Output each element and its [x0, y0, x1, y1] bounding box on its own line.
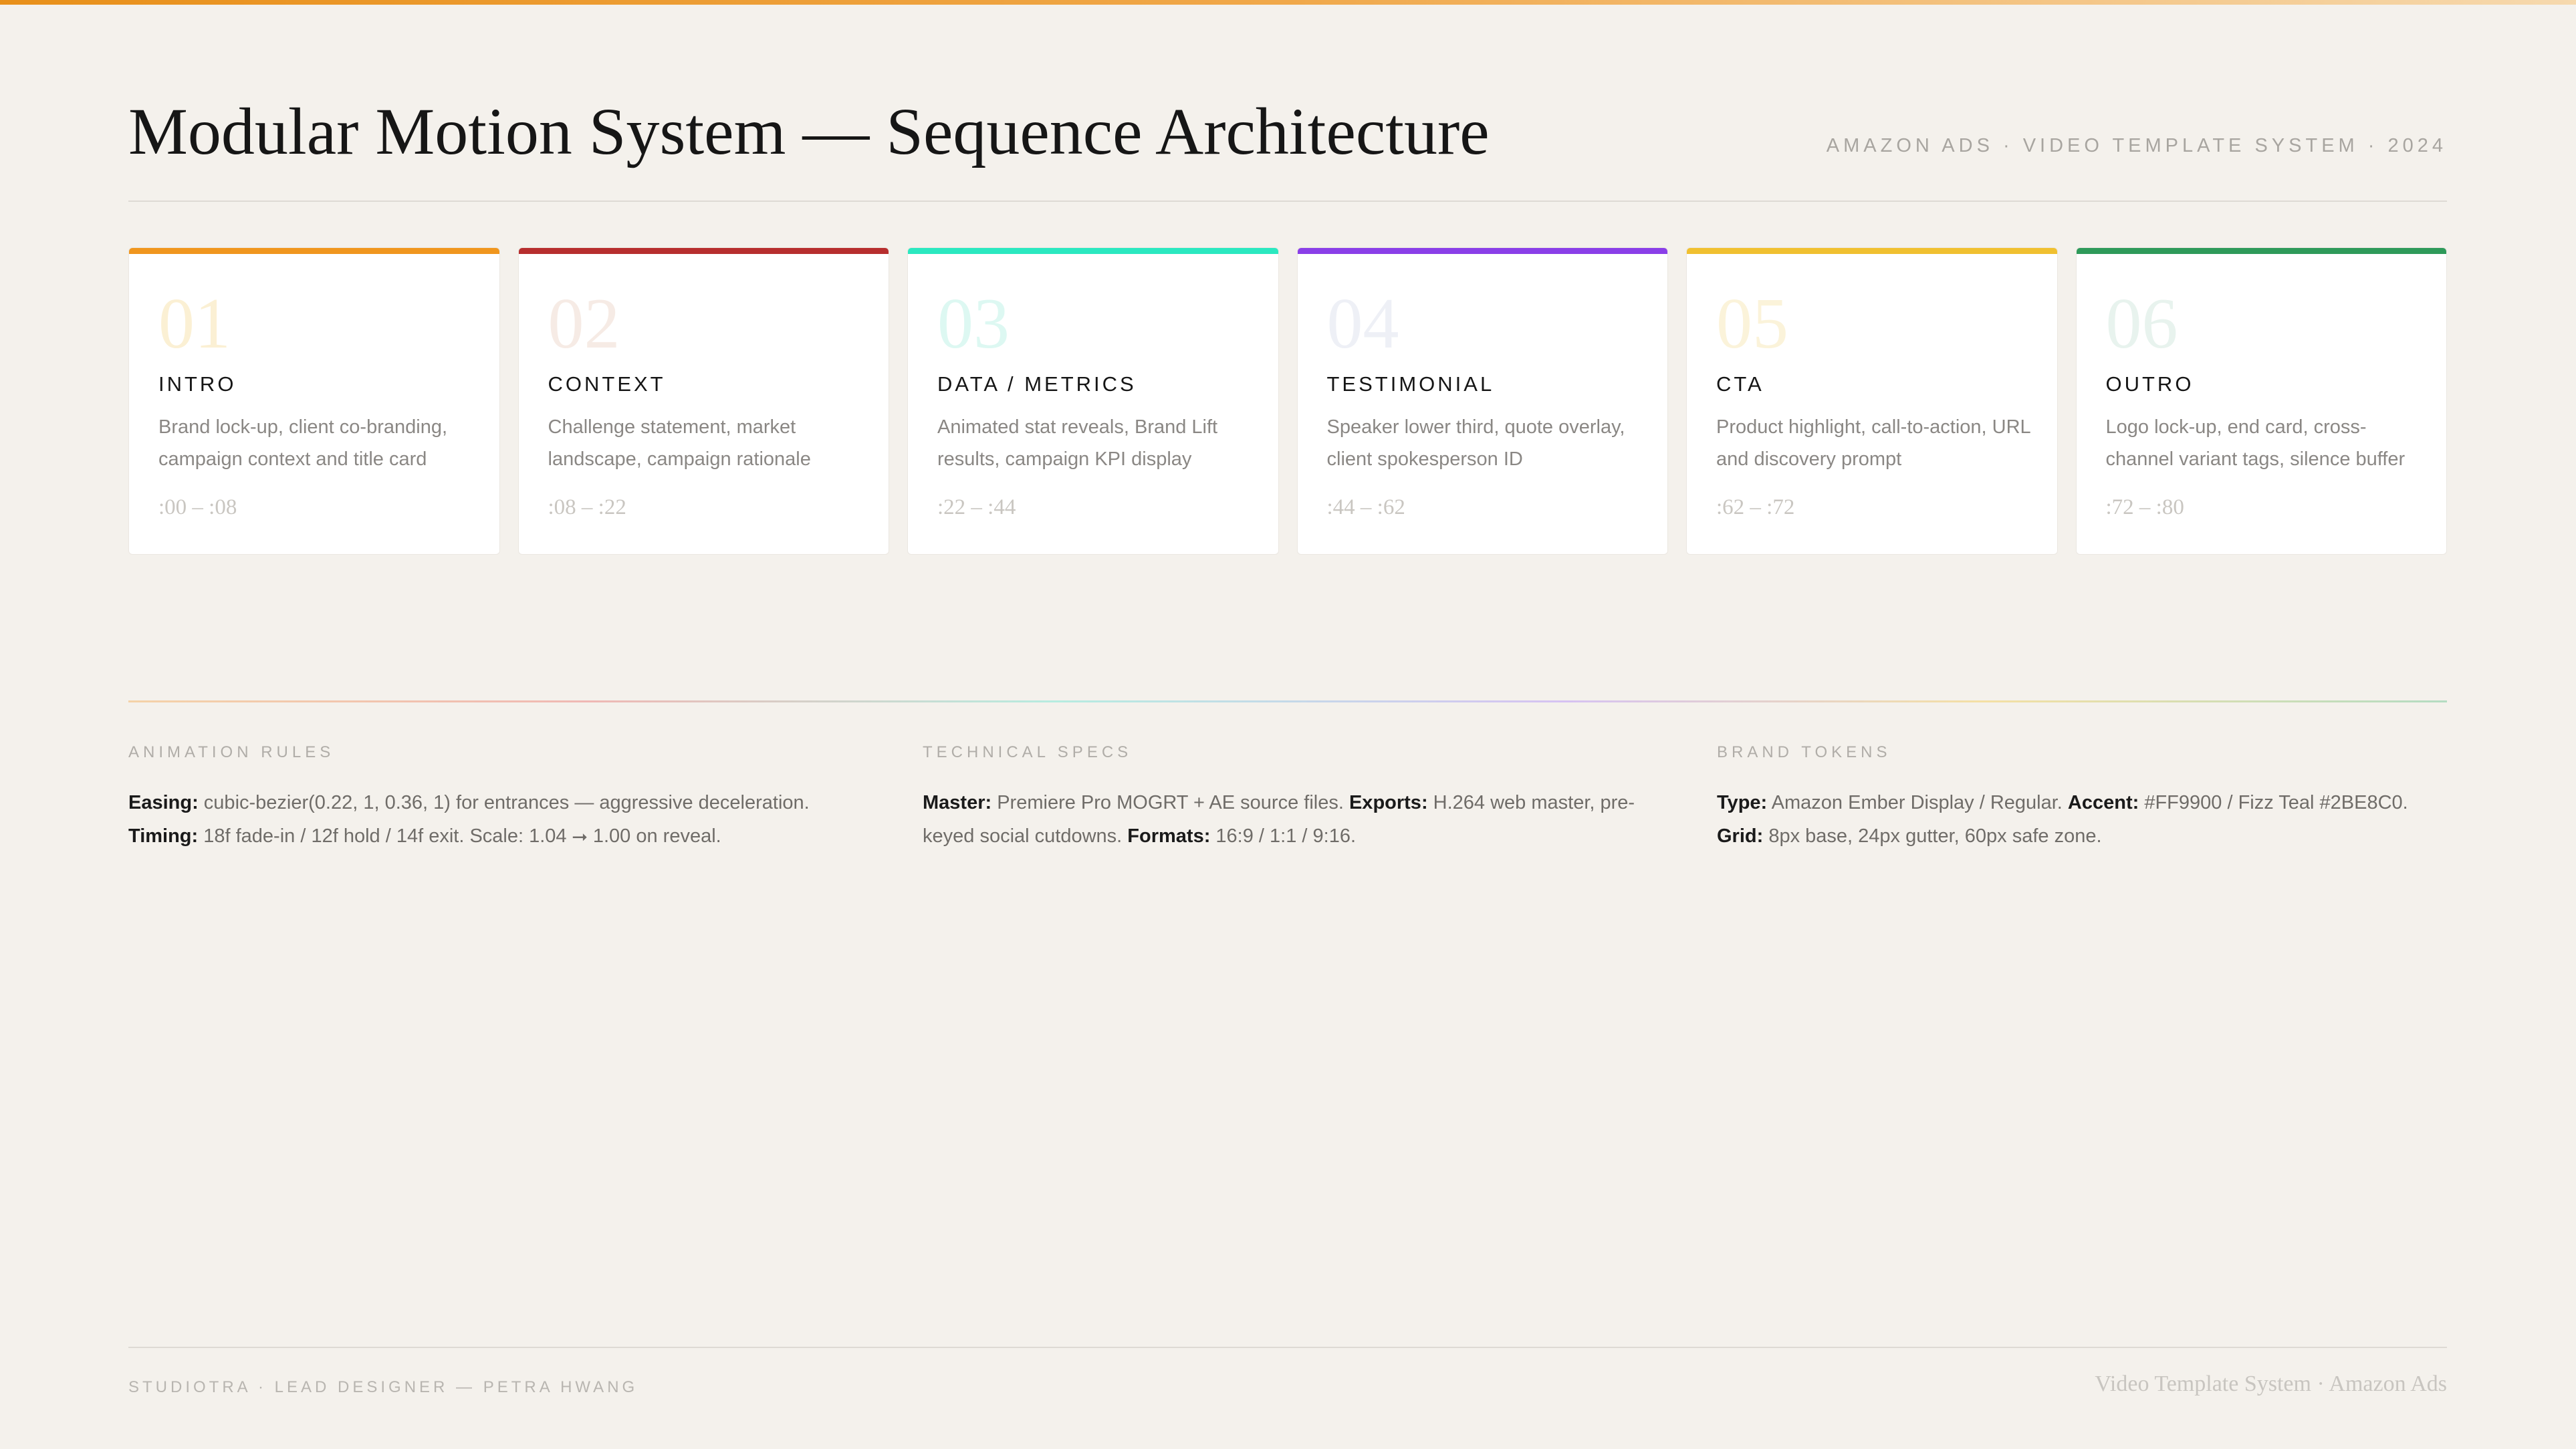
card-accent-bar — [1687, 248, 2057, 254]
spec-value: #FF9900 / Fizz Teal #2BE8C0. — [2139, 792, 2408, 813]
sequence-card: 04 TESTIMONIAL Speaker lower third, quot… — [1296, 247, 1668, 555]
card-accent-bar — [129, 248, 499, 254]
spec-key: Timing: — [128, 825, 199, 847]
spec-value: Premiere Pro MOGRT + AE source files. — [991, 792, 1349, 813]
card-accent-bar — [2076, 248, 2446, 254]
sequence-card: 02 CONTEXT Challenge statement, market l… — [517, 247, 889, 555]
card-accent-bar — [518, 248, 889, 254]
card-title: OUTRO — [2105, 372, 2194, 396]
card-title: CTA — [1716, 372, 1764, 396]
section-heading: ANIMATION RULES — [128, 743, 335, 761]
brand-tokens-section: BRAND TOKENS Type: Amazon Ember Display … — [1717, 743, 2479, 853]
card-description: Logo lock-up, end card, cross-channel va… — [2105, 416, 2406, 470]
animation-rules-section: ANIMATION RULES Easing: cubic-bezier(0.2… — [128, 743, 891, 853]
section-line: Master: Premiere Pro MOGRT + AE source f… — [923, 786, 1685, 853]
sequence-card: 03 DATA / METRICS Animated stat reveals,… — [907, 247, 1279, 555]
card-accent-bar — [1297, 248, 1667, 254]
spec-value: 16:9 / 1:1 / 9:16. — [1210, 825, 1357, 847]
card-number: 02 — [548, 284, 620, 364]
card-description: Product highlight, call-to-action, URL a… — [1716, 416, 2030, 470]
spec-key: Easing: — [128, 792, 199, 813]
header-divider — [128, 201, 2447, 202]
card-number: 05 — [1716, 284, 1788, 364]
card-title: INTRO — [158, 372, 237, 396]
card-number: 01 — [158, 284, 231, 364]
spec-key: Exports: — [1349, 792, 1428, 813]
section-divider — [128, 700, 2447, 702]
technical-specs-section: TECHNICAL SPECS Master: Premiere Pro MOG… — [923, 743, 1685, 853]
card-timecode: :08 – :22 — [548, 495, 626, 519]
footer-credit: STUDIOTRA · LEAD DESIGNER — PETRA HWANG — [128, 1378, 638, 1396]
card-title: TESTIMONIAL — [1326, 372, 1495, 396]
spec-value: 18f fade-in / 12f hold / 14f exit. Scale… — [198, 825, 721, 847]
section-heading: BRAND TOKENS — [1717, 743, 1891, 761]
card-timecode: :22 – :44 — [937, 495, 1016, 519]
card-accent-bar — [908, 248, 1278, 254]
spec-key: Accent: — [2067, 792, 2139, 813]
card-title: DATA / METRICS — [937, 372, 1137, 396]
card-timecode: :72 – :80 — [2105, 495, 2184, 519]
section-line: Easing: cubic-bezier(0.22, 1, 0.36, 1) f… — [128, 786, 891, 819]
card-timecode: :62 – :72 — [1716, 495, 1795, 519]
sequence-card: 01 INTRO Brand lock-up, client co-brandi… — [128, 247, 500, 555]
card-description: Speaker lower third, quote overlay, clie… — [1326, 416, 1625, 470]
section-line: Grid: 8px base, 24px gutter, 60px safe z… — [1717, 819, 2479, 853]
section-body: Master: Premiere Pro MOGRT + AE source f… — [923, 786, 1685, 853]
card-description: Brand lock-up, client co-branding, campa… — [158, 416, 448, 470]
card-number: 03 — [937, 284, 1010, 364]
spec-value: Amazon Ember Display / Regular. — [1767, 792, 2068, 813]
header-meta: AMAZON ADS · VIDEO TEMPLATE SYSTEM · 202… — [1826, 135, 2447, 156]
spec-value: cubic-bezier(0.22, 1, 0.36, 1) for entra… — [198, 792, 810, 813]
section-line: Timing: 18f fade-in / 12f hold / 14f exi… — [128, 819, 891, 853]
card-description: Challenge statement, market landscape, c… — [548, 416, 811, 470]
section-body: Type: Amazon Ember Display / Regular. Ac… — [1717, 786, 2479, 853]
card-title: CONTEXT — [548, 372, 666, 396]
sequence-card: 06 OUTRO Logo lock-up, end card, cross-c… — [2075, 247, 2447, 555]
section-line: Type: Amazon Ember Display / Regular. Ac… — [1717, 786, 2479, 819]
sequence-cards: 01 INTRO Brand lock-up, client co-brandi… — [128, 247, 2447, 555]
footer-title: Video Template System · Amazon Ads — [2095, 1371, 2447, 1396]
footer-divider — [128, 1347, 2447, 1348]
section-body: Easing: cubic-bezier(0.22, 1, 0.36, 1) f… — [128, 786, 891, 853]
spec-key: Type: — [1717, 792, 1768, 813]
card-timecode: :44 – :62 — [1326, 495, 1405, 519]
card-number: 06 — [2105, 284, 2178, 364]
spec-key: Grid: — [1717, 825, 1764, 847]
section-heading: TECHNICAL SPECS — [923, 743, 1133, 761]
sequence-card: 05 CTA Product highlight, call-to-action… — [1686, 247, 2058, 555]
card-number: 04 — [1326, 284, 1399, 364]
top-accent-bar — [0, 0, 2576, 5]
spec-value: 8px base, 24px gutter, 60px safe zone. — [1763, 825, 2102, 847]
card-timecode: :00 – :08 — [158, 495, 237, 519]
spec-key: Master: — [923, 792, 992, 813]
card-description: Animated stat reveals, Brand Lift result… — [937, 416, 1218, 470]
spec-key: Formats: — [1127, 825, 1211, 847]
page-title: Modular Motion System — Sequence Archite… — [128, 94, 1490, 168]
